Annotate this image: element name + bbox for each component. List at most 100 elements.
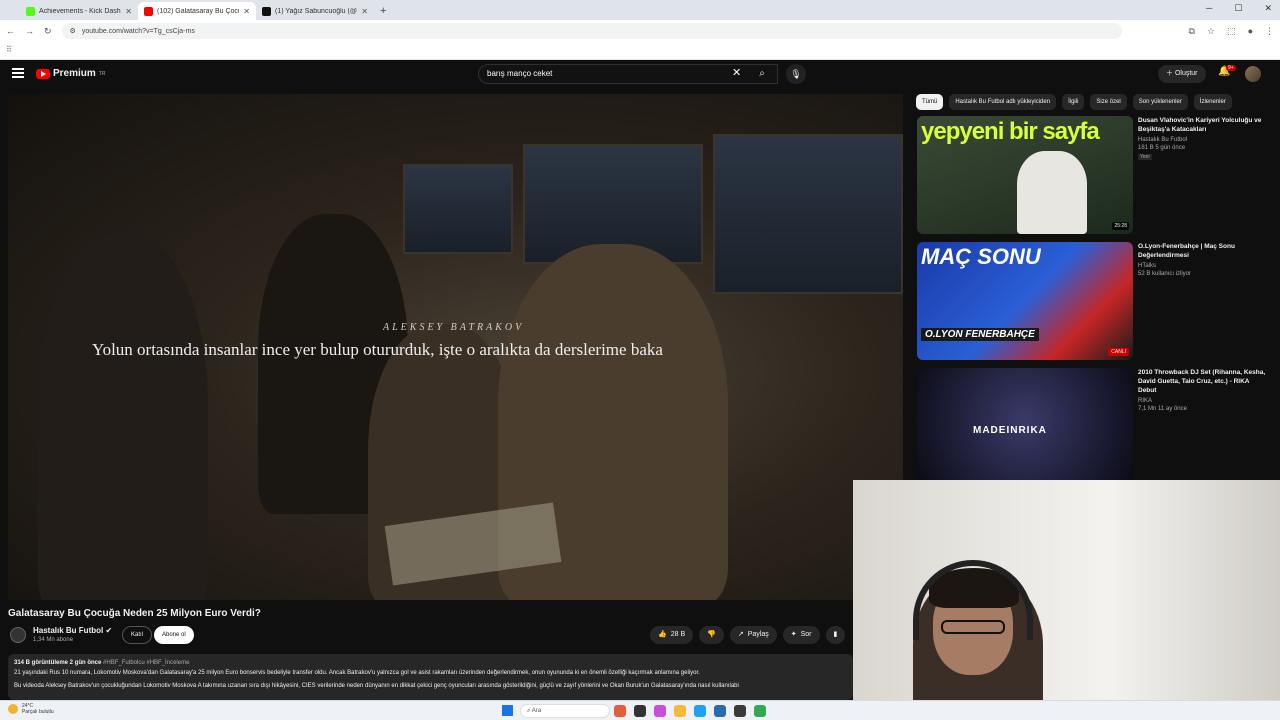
chip-for-you[interactable]: Size özel: [1090, 94, 1127, 110]
hashtags[interactable]: #HBF_Futbolcu #HBF_İnceleme: [103, 660, 189, 666]
youtube-logo[interactable]: Premium TR: [36, 68, 105, 79]
site-info-icon[interactable]: ⚙: [70, 27, 76, 35]
file-explorer-icon[interactable]: [674, 705, 686, 717]
ask-button[interactable]: ✦ Sor: [782, 626, 820, 644]
share-button[interactable]: ↗ Paylaş: [729, 626, 777, 644]
thumbs-down-icon: 👎: [707, 631, 716, 638]
recommendation-info: 2010 Throwback DJ Set (Rihanna, Kesha, D…: [1138, 368, 1266, 488]
recommendation-title[interactable]: O.Lyon-Fenerbahçe | Maç Sonu Değerlendir…: [1138, 242, 1266, 260]
recommendation-item[interactable]: MADEINRIKA 2010 Throwback DJ Set (Rihann…: [917, 368, 1267, 488]
video-player[interactable]: ALEKSEY BATRAKOV Yolun ortasında insanla…: [8, 94, 903, 600]
more-menu-icon[interactable]: ⋮: [1265, 26, 1274, 37]
recommendation-channel[interactable]: HTalks: [1138, 262, 1266, 270]
reload-icon[interactable]: ↻: [44, 26, 52, 37]
extensions-icon[interactable]: ⬚: [1227, 26, 1236, 37]
create-button[interactable]: ＋ Oluştur: [1158, 65, 1206, 83]
chrome-icon[interactable]: [754, 705, 766, 717]
recommendation-info: Dusan Vlahovic'in Kariyeri Yolculuğu ve …: [1138, 116, 1266, 236]
clear-search-icon[interactable]: ✕: [732, 66, 741, 79]
store-icon[interactable]: [714, 705, 726, 717]
description-meta: 314 B görüntüleme 2 gün önce #HBF_Futbol…: [14, 658, 847, 668]
thumbnail-subtext: O.LYON FENERBAHÇE: [921, 328, 1039, 341]
apps-grid-icon[interactable]: ⠿: [6, 45, 12, 54]
views-date: 314 B görüntüleme 2 gün önce: [14, 660, 102, 666]
chip-related[interactable]: İlgili: [1062, 94, 1085, 110]
forward-icon[interactable]: →: [25, 26, 34, 36]
recommendation-title[interactable]: 2010 Throwback DJ Set (Rihanna, Kesha, D…: [1138, 368, 1266, 395]
train-window: [713, 134, 903, 294]
recommendation-thumbnail[interactable]: MAÇ SONU O.LYON FENERBAHÇE CANLI: [917, 242, 1133, 360]
save-button[interactable]: ▮: [825, 626, 846, 644]
recommendation-item[interactable]: yepyeni bir sayfa 25:28 Dusan Vlahovic'i…: [917, 116, 1267, 236]
recommendation-thumbnail[interactable]: MADEINRIKA: [917, 368, 1133, 486]
channel-name[interactable]: Hastalık Bu Futbol ✔: [33, 626, 112, 635]
close-tab-icon[interactable]: ✕: [125, 7, 132, 16]
weather-icon: [8, 704, 18, 714]
tab-title: (1) Yağız Sabuncuoğlu (@yagiz: [275, 7, 357, 15]
close-tab-icon[interactable]: ✕: [243, 7, 250, 16]
subscribe-button[interactable]: Abone ol: [154, 626, 194, 644]
channel-avatar[interactable]: [10, 627, 26, 643]
recommendation-thumbnail[interactable]: yepyeni bir sayfa 25:28: [917, 116, 1133, 234]
join-button[interactable]: Katıl: [122, 626, 153, 644]
close-tab-icon[interactable]: ✕: [361, 7, 368, 16]
browser-tab-kick[interactable]: Achievements - Kick Dashboard ✕: [20, 2, 138, 20]
profile-icon[interactable]: ●: [1248, 26, 1253, 37]
search-icon[interactable]: ⌕: [748, 64, 776, 84]
avatar[interactable]: [1245, 66, 1261, 82]
app-icon[interactable]: [654, 705, 666, 717]
player-figure: [1017, 151, 1087, 234]
browser-tab-bar: Achievements - Kick Dashboard ✕ (102) Ga…: [0, 0, 1280, 20]
thumbnail-text: yepyeni bir sayfa: [921, 118, 1100, 145]
overlay-quote: Yolun ortasında insanlar ince yer bulup …: [92, 340, 663, 359]
edge-icon[interactable]: [694, 705, 706, 717]
app-icon[interactable]: [614, 705, 626, 717]
chip-from-uploader[interactable]: Hastalık Bu Futbol adlı yükleyiciden: [949, 94, 1057, 110]
description-box[interactable]: 314 B görüntüleme 2 gün önce #HBF_Futbol…: [8, 654, 853, 700]
weather-widget[interactable]: 24°C Parçalı bulutlu: [8, 703, 54, 715]
recommendation-meta: 52 B kullanıcı izliyor: [1138, 271, 1192, 277]
chip-recent[interactable]: Son yüklenenler: [1132, 94, 1188, 110]
maximize-icon[interactable]: ☐: [1234, 3, 1242, 14]
minimize-icon[interactable]: ─: [1206, 3, 1212, 14]
share-label: Paylaş: [747, 631, 769, 638]
description-line: Bu videoda Aleksey Batrakov'un çocukluğu…: [14, 683, 739, 689]
browser-tab-youtube[interactable]: (102) Galatasaray Bu Çocuğ ✕: [138, 2, 256, 20]
cast-icon[interactable]: ⧉: [1189, 26, 1195, 37]
taskbar-apps: [614, 705, 766, 717]
close-window-icon[interactable]: ✕: [1264, 3, 1272, 14]
hamburger-menu-icon[interactable]: [12, 68, 24, 78]
webcam-overlay: [853, 480, 1280, 700]
youtube-play-icon: [36, 68, 50, 79]
live-badge: CANLI: [1108, 348, 1129, 356]
url-text: youtube.com/watch?v=Tg_csCja-ms: [81, 27, 195, 35]
recommendation-info: O.Lyon-Fenerbahçe | Maç Sonu Değerlendir…: [1138, 242, 1266, 362]
chip-watched[interactable]: İzlenenler: [1193, 94, 1232, 110]
like-button[interactable]: 👍 28 B: [650, 626, 694, 644]
task-view-icon[interactable]: [634, 705, 646, 717]
recommendation-channel[interactable]: RIKA: [1138, 397, 1266, 405]
recommendation-title[interactable]: Dusan Vlahovic'in Kariyeri Yolculuğu ve …: [1138, 116, 1266, 134]
tab-title: Achievements - Kick Dashboard: [39, 7, 121, 15]
kick-favicon-icon: [26, 6, 35, 16]
app-icon[interactable]: [734, 705, 746, 717]
notification-badge: 9+: [1226, 65, 1236, 71]
subscriber-count: 1,34 Mn abone: [33, 637, 74, 643]
bookmarks-bar: ⠿: [0, 42, 1280, 60]
dislike-button[interactable]: 👎: [699, 626, 724, 644]
taskbar-search[interactable]: ⌕ Ara: [520, 704, 610, 718]
new-tab-button[interactable]: +: [380, 2, 386, 20]
browser-tab-x[interactable]: (1) Yağız Sabuncuoğlu (@yagiz ✕: [256, 2, 374, 20]
url-field[interactable]: ⚙ youtube.com/watch?v=Tg_csCja-ms: [61, 23, 1122, 39]
verified-icon: ✔: [105, 626, 113, 635]
recommendation-item[interactable]: MAÇ SONU O.LYON FENERBAHÇE CANLI O.Lyon-…: [917, 242, 1267, 362]
windows-start-icon[interactable]: [502, 705, 513, 716]
back-icon[interactable]: ←: [6, 26, 15, 36]
chip-all[interactable]: Tümü: [916, 94, 944, 110]
x-favicon-icon: [262, 6, 271, 16]
microphone-icon[interactable]: 🎙: [786, 64, 806, 84]
bookmark-star-icon[interactable]: ☆: [1207, 26, 1215, 37]
like-count: 28 B: [670, 631, 686, 638]
headset: [913, 560, 1033, 640]
recommendation-channel[interactable]: Hastalık Bu Futbol: [1138, 136, 1266, 144]
